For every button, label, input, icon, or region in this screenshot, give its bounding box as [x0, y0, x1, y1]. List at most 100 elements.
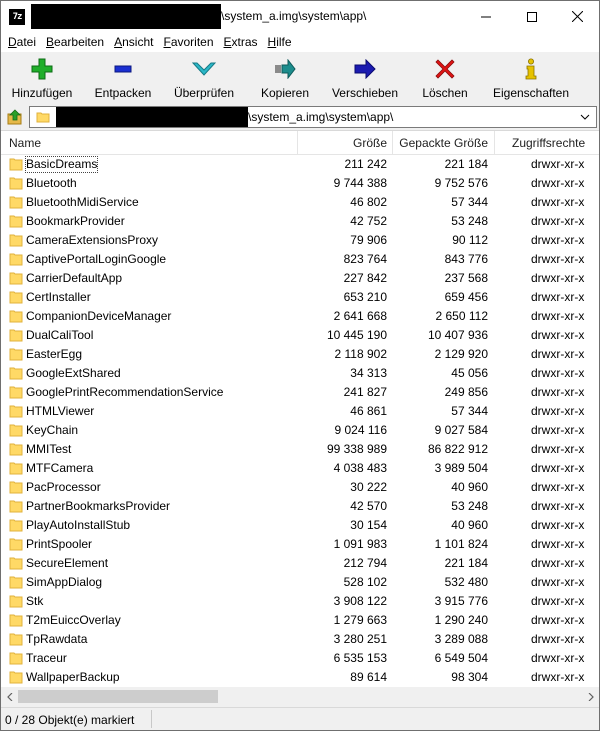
table-row[interactable]: Bluetooth 9 744 388 9 752 576 drwxr-xr-x	[1, 174, 599, 193]
table-row[interactable]: CameraExtensionsProxy 79 906 90 112 drwxr-x…	[1, 231, 599, 250]
file-name: SimAppDialog	[26, 575, 103, 589]
close-button[interactable]	[554, 1, 600, 32]
table-row[interactable]: GoogleExtShared 34 313 45 056 drwxr-xr-x	[1, 364, 599, 383]
löschen-button[interactable]: Löschen	[405, 52, 485, 104]
file-permissions: drwxr-xr-x	[531, 480, 585, 494]
chevron-down-icon[interactable]	[580, 112, 590, 122]
column-header-packed-size[interactable]: Gepackte Größe	[399, 131, 488, 155]
table-row[interactable]: T2mEuiccOverlay 1 279 663 1 290 240 drwxr-x…	[1, 611, 599, 630]
toolbar-label: Kopieren	[260, 86, 310, 100]
folder-icon	[9, 614, 23, 627]
file-name: Stk	[26, 594, 44, 608]
menu-accelerator: B	[46, 35, 55, 49]
file-name: HTMLViewer	[26, 404, 95, 418]
verschieben-button[interactable]: Verschieben	[325, 52, 405, 104]
scroll-right-button[interactable]	[582, 688, 599, 705]
überprüfen-button[interactable]: Überprüfen	[163, 52, 245, 104]
column-divider[interactable]	[297, 131, 298, 155]
column-header-size[interactable]: Größe	[353, 131, 387, 155]
file-size: 241 827	[343, 385, 387, 399]
file-permissions: drwxr-xr-x	[531, 575, 585, 589]
file-size: 227 842	[343, 271, 387, 285]
column-header-permissions[interactable]: Zugriffsrechte	[506, 131, 591, 155]
file-permissions: drwxr-xr-x	[531, 518, 585, 532]
file-packed-size: 249 856	[444, 385, 488, 399]
file-name: PacProcessor	[26, 480, 101, 494]
table-row[interactable]: EasterEgg 2 118 902 2 129 920 drwxr-xr-x	[1, 345, 599, 364]
folder-icon	[9, 272, 23, 285]
menu-item-extras[interactable]: Extras	[219, 32, 263, 52]
scrollbar-thumb[interactable]	[18, 690, 218, 703]
file-size: 34 313	[350, 366, 387, 380]
table-row[interactable]: CompanionDeviceManager 2 641 668 2 650 112…	[1, 307, 599, 326]
menu-item-ansicht[interactable]: Ansicht	[109, 32, 158, 52]
table-row[interactable]: WallpaperBackup 89 614 98 304 drwxr-xr-x	[1, 668, 599, 687]
file-size: 1 091 983	[333, 537, 387, 551]
kopieren-button[interactable]: Kopieren	[245, 52, 325, 104]
table-row[interactable]: HTMLViewer 46 861 57 344 drwxr-xr-x	[1, 402, 599, 421]
horizontal-scrollbar[interactable]	[1, 688, 599, 705]
plus-icon	[30, 57, 54, 81]
file-name: BookmarkProvider	[26, 214, 125, 228]
file-name: T2mEuiccOverlay	[26, 613, 121, 627]
folder-icon	[9, 557, 23, 570]
redacted-path-block	[56, 107, 248, 127]
folder-icon	[9, 595, 23, 608]
menu-label: avoriten	[170, 35, 214, 49]
address-input[interactable]: \system_a.img\system\app\	[29, 106, 597, 128]
table-row[interactable]: PacProcessor 30 222 40 960 drwxr-xr-x	[1, 478, 599, 497]
table-row[interactable]: GooglePrintRecommendationService 241 827 2…	[1, 383, 599, 402]
table-row[interactable]: BookmarkProvider 42 752 53 248 drwxr-xr-x	[1, 212, 599, 231]
menu-label: nsicht	[122, 35, 154, 49]
entpacken-button[interactable]: Entpacken	[83, 52, 163, 104]
file-name: BasicDreams	[25, 156, 99, 173]
hinzufügen-button[interactable]: Hinzufügen	[1, 52, 83, 104]
file-permissions: drwxr-xr-x	[531, 556, 585, 570]
table-row[interactable]: SecureElement 212 794 221 184 drwxr-xr-x	[1, 554, 599, 573]
table-row[interactable]: PlayAutoInstallStub 30 154 40 960 drwxr-xr-…	[1, 516, 599, 535]
up-folder-button[interactable]	[5, 107, 25, 127]
table-row[interactable]: DualCaliTool 10 445 190 10 407 936 drwxr-xr…	[1, 326, 599, 345]
column-divider[interactable]	[494, 131, 495, 155]
file-name: EasterEgg	[26, 347, 83, 361]
file-permissions: drwxr-xr-x	[531, 366, 585, 380]
file-name: Traceur	[26, 651, 67, 665]
toolbar: Hinzufügen Entpacken Überprüfen Kopieren Ver…	[1, 52, 599, 104]
folder-icon	[9, 500, 23, 513]
table-row[interactable]: CarrierDefaultApp 227 842 237 568 drwxr-xr-…	[1, 269, 599, 288]
file-permissions: drwxr-xr-x	[531, 290, 585, 304]
table-row[interactable]: MTFCamera 4 038 483 3 989 504 drwxr-xr-x	[1, 459, 599, 478]
file-name: CameraExtensionsProxy	[26, 233, 159, 247]
table-row[interactable]: BasicDreams 211 242 221 184 drwxr-xr-x	[1, 155, 599, 174]
file-size: 6 535 153	[333, 651, 387, 665]
file-packed-size: 2 650 112	[435, 309, 489, 323]
table-row[interactable]: CertInstaller 653 210 659 456 drwxr-xr-x	[1, 288, 599, 307]
app-window: 7z \system_a.img\system\app\ Datei Bearbe…	[0, 0, 600, 731]
column-divider[interactable]	[392, 131, 393, 155]
menu-item-favoriten[interactable]: Favoriten	[158, 32, 218, 52]
table-row[interactable]: BluetoothMidiService 46 802 57 344 drwxr-xr…	[1, 193, 599, 212]
menu-item-hilfe[interactable]: Hilfe	[263, 32, 297, 52]
file-packed-size: 3 989 504	[434, 461, 488, 475]
table-row[interactable]: PrintSpooler 1 091 983 1 101 824 drwxr-xr-x	[1, 535, 599, 554]
table-row[interactable]: KeyChain 9 024 116 9 027 584 drwxr-xr-x	[1, 421, 599, 440]
eigenschaften-button[interactable]: Eigenschaften	[485, 52, 577, 104]
file-name: Bluetooth	[26, 176, 77, 190]
table-row[interactable]: MMITest 99 338 989 86 822 912 drwxr-xr-x	[1, 440, 599, 459]
menu-item-datei[interactable]: Datei	[3, 32, 41, 52]
maximize-button[interactable]	[509, 1, 555, 32]
table-row[interactable]: SimAppDialog 528 102 532 480 drwxr-xr-x	[1, 573, 599, 592]
table-row[interactable]: Stk 3 908 122 3 915 776 drwxr-xr-x	[1, 592, 599, 611]
file-size: 3 280 251	[333, 632, 387, 646]
table-row[interactable]: TpRawdata 3 280 251 3 289 088 drwxr-xr-x	[1, 630, 599, 649]
menu-item-bearbeiten[interactable]: Bearbeiten	[41, 32, 109, 52]
minimize-button[interactable]	[463, 1, 509, 32]
column-header-name[interactable]: Name	[3, 131, 47, 155]
file-packed-size: 532 480	[444, 575, 488, 589]
table-row[interactable]: PartnerBookmarksProvider 42 570 53 248 drwx…	[1, 497, 599, 516]
file-size: 823 764	[343, 252, 387, 266]
scroll-left-button[interactable]	[1, 688, 18, 705]
file-permissions: drwxr-xr-x	[531, 309, 585, 323]
table-row[interactable]: CaptivePortalLoginGoogle 823 764 843 776 dr…	[1, 250, 599, 269]
table-row[interactable]: Traceur 6 535 153 6 549 504 drwxr-xr-x	[1, 649, 599, 668]
